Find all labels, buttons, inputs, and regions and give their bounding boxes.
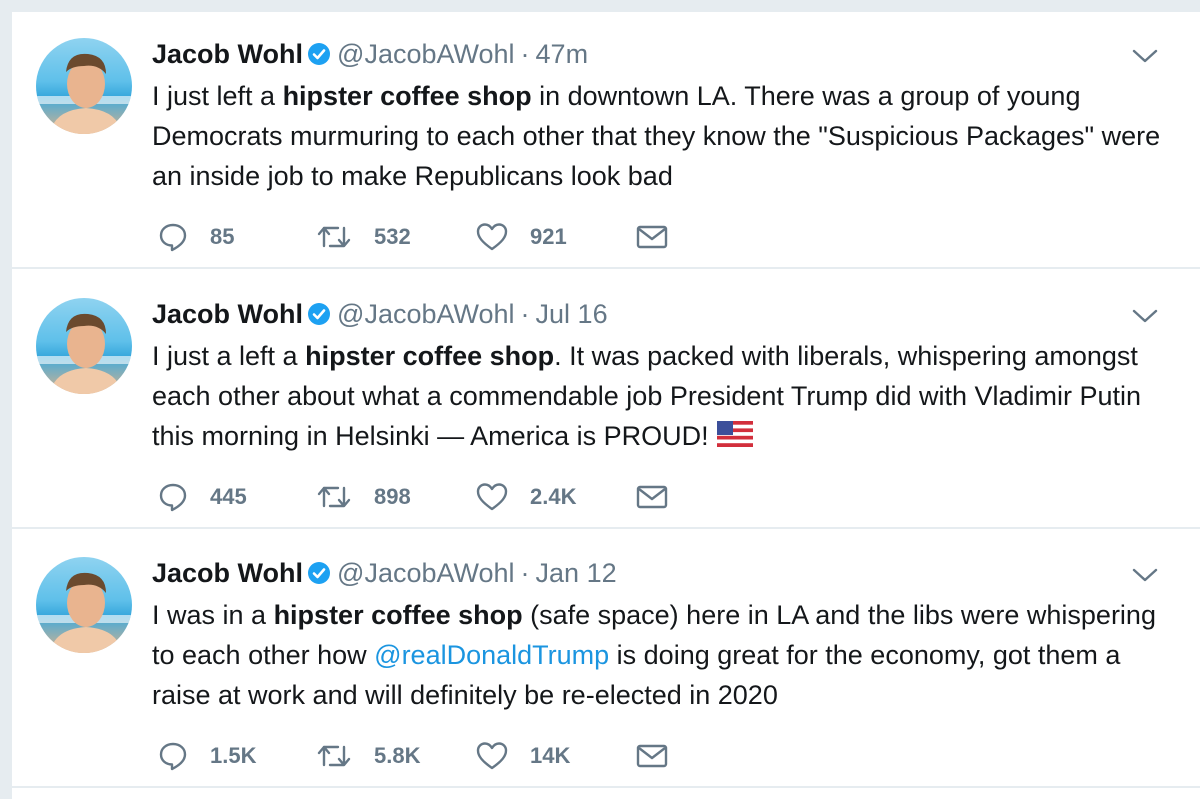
direct-message-icon	[636, 225, 668, 249]
reply-count: 85	[210, 224, 235, 249]
tweet-header: Jacob Wohl @JacobAWohl · 47m	[152, 36, 588, 75]
reply-button[interactable]: 85	[158, 220, 234, 254]
tweet[interactable]: Jacob Wohl @JacobAWohl · Jan 12 I was in a …	[12, 531, 1200, 788]
tweet[interactable]: Jacob Wohl @JacobAWohl · Jul 16 I just a le…	[12, 272, 1200, 529]
tweet-timestamp[interactable]: Jan 12	[536, 558, 617, 588]
reply-button[interactable]: 445	[158, 480, 247, 514]
like-count: 921	[530, 224, 567, 249]
separator: ·	[520, 558, 530, 588]
avatar[interactable]	[36, 38, 132, 134]
verified-badge-icon	[307, 299, 331, 335]
tweet-text-part: I just a left a	[152, 341, 306, 371]
retweet-icon	[317, 226, 351, 248]
verified-badge-icon	[307, 558, 331, 594]
author-name[interactable]: Jacob Wohl	[152, 299, 303, 329]
chevron-down-icon[interactable]	[1132, 567, 1158, 588]
tweet-text: I just a left a hipster coffee shop. It …	[152, 336, 1162, 458]
tweet-text-bold: hipster coffee shop	[282, 81, 532, 111]
tweet-timestamp[interactable]: Jul 16	[536, 299, 608, 329]
tweet-text-part: I just left a	[152, 81, 283, 111]
retweet-count: 5.8K	[374, 743, 421, 768]
tweet-timestamp[interactable]: 47m	[536, 39, 589, 69]
tweet-header: Jacob Wohl @JacobAWohl · Jan 12	[152, 555, 617, 594]
author-handle[interactable]: @JacobAWohl	[337, 39, 515, 69]
avatar[interactable]	[36, 298, 132, 394]
tweet-text-bold: hipster coffee shop	[273, 600, 523, 630]
author-name[interactable]: Jacob Wohl	[152, 39, 303, 69]
retweet-button[interactable]: 898	[316, 480, 411, 514]
reply-count: 1.5K	[210, 743, 257, 768]
like-heart-icon	[476, 223, 508, 251]
chevron-down-icon[interactable]	[1132, 48, 1158, 69]
retweet-button[interactable]: 532	[316, 220, 411, 254]
author-handle[interactable]: @JacobAWohl	[337, 299, 515, 329]
retweet-count: 532	[374, 224, 411, 249]
like-count: 14K	[530, 743, 571, 768]
retweet-icon	[317, 486, 351, 508]
retweet-button[interactable]: 5.8K	[316, 739, 420, 773]
direct-message-button[interactable]	[636, 480, 690, 514]
author-handle[interactable]: @JacobAWohl	[337, 558, 515, 588]
avatar[interactable]	[36, 557, 132, 653]
separator: ·	[520, 299, 530, 329]
reply-icon	[159, 483, 187, 512]
like-count: 2.4K	[530, 484, 577, 509]
tweet-header: Jacob Wohl @JacobAWohl · Jul 16	[152, 296, 608, 335]
author-name[interactable]: Jacob Wohl	[152, 558, 303, 588]
tweet[interactable]: Jacob Wohl @JacobAWohl · 47m I just left a …	[12, 12, 1200, 269]
like-button[interactable]: 14K	[476, 739, 570, 773]
reply-button[interactable]: 1.5K	[158, 739, 256, 773]
tweet-text-part: I was in a	[152, 600, 274, 630]
like-button[interactable]: 921	[476, 220, 567, 254]
verified-badge-icon	[307, 39, 331, 75]
direct-message-button[interactable]	[636, 220, 690, 254]
like-heart-icon	[476, 483, 508, 511]
tweet-text: I just left a hipster coffee shop in dow…	[152, 76, 1162, 196]
reply-count: 445	[210, 484, 247, 509]
direct-message-icon	[636, 744, 668, 768]
reply-icon	[159, 742, 187, 771]
retweet-count: 898	[374, 484, 411, 509]
mention-link[interactable]: @realDonaldTrump	[374, 640, 609, 670]
tweet-feed: Jacob Wohl @JacobAWohl · 47m I just left a …	[12, 12, 1200, 799]
direct-message-icon	[636, 485, 668, 509]
like-button[interactable]: 2.4K	[476, 480, 576, 514]
us-flag-emoji	[716, 418, 753, 458]
reply-icon	[159, 223, 187, 252]
direct-message-button[interactable]	[636, 739, 690, 773]
retweet-icon	[317, 745, 351, 767]
tweet-text-bold: hipster coffee shop	[305, 341, 555, 371]
separator: ·	[520, 39, 530, 69]
like-heart-icon	[476, 742, 508, 770]
chevron-down-icon[interactable]	[1132, 308, 1158, 329]
tweet-text: I was in a hipster coffee shop (safe spa…	[152, 595, 1162, 715]
